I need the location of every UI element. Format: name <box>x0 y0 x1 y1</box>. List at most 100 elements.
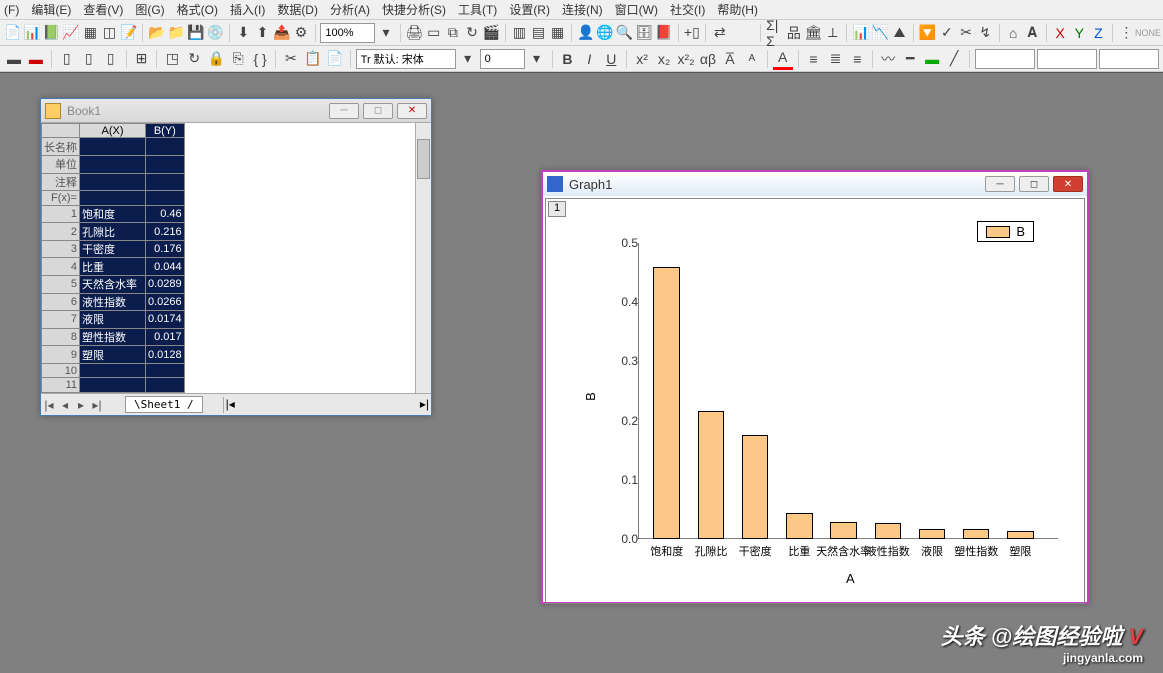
bar[interactable] <box>875 523 902 539</box>
graph-minimize-button[interactable]: ─ <box>985 176 1015 192</box>
font-color-icon[interactable]: A <box>773 48 793 70</box>
align-right-icon[interactable]: ≡ <box>847 48 867 70</box>
col-icon-1[interactable]: ▯ <box>57 48 77 70</box>
graph-maximize-button[interactable]: ◻ <box>1019 176 1049 192</box>
align-center-icon[interactable]: ≣ <box>825 48 845 70</box>
smallfont-icon[interactable]: A <box>742 48 762 70</box>
menu-item[interactable]: 数据(D) <box>277 1 318 18</box>
cut-icon[interactable]: ✂ <box>281 48 301 70</box>
book-window[interactable]: Book1 ─ ◻ ✕ A(X)B(Y)长名称单位注释F(x)=1饱和度0.46… <box>40 98 432 416</box>
cell-value[interactable]: 0.0289 <box>146 276 185 294</box>
cell-label[interactable] <box>80 363 146 377</box>
search-icon[interactable]: 🔍 <box>616 22 633 44</box>
vertical-scrollbar[interactable] <box>415 123 431 393</box>
save-icon[interactable]: 💾 <box>187 22 204 44</box>
user-icon[interactable]: 👤 <box>577 22 594 44</box>
globe-icon[interactable]: 🌐 <box>596 22 613 44</box>
cell-value[interactable]: 0.0128 <box>146 346 185 364</box>
menu-item[interactable]: 快捷分析(S) <box>382 1 446 18</box>
menu-item[interactable]: 工具(T) <box>458 1 497 18</box>
script-icon[interactable]: ⎘ <box>228 48 248 70</box>
stats-icon-2[interactable]: 品 <box>785 22 802 44</box>
row-header[interactable]: 2 <box>42 223 80 241</box>
cell-value[interactable]: 0.0174 <box>146 311 185 329</box>
lock-icon[interactable]: 🔒 <box>206 48 226 70</box>
chart-icon-3[interactable]: ⛰ <box>891 22 908 44</box>
cell-label[interactable]: 孔隙比 <box>80 223 146 241</box>
align-left-icon[interactable]: ≡ <box>804 48 824 70</box>
chart-icon-1[interactable]: 📊 <box>852 22 869 44</box>
sheet-nav-next[interactable]: ▸ <box>73 398 89 412</box>
bar[interactable] <box>742 435 769 539</box>
fit-icon-1[interactable]: ✓ <box>938 22 955 44</box>
sup-icon[interactable]: x² <box>632 48 652 70</box>
none-label[interactable]: NONE <box>1137 22 1159 44</box>
cell-label[interactable] <box>80 173 146 191</box>
menu-item[interactable]: (F) <box>4 3 19 17</box>
row-header[interactable]: 1 <box>42 205 80 223</box>
book-minimize-button[interactable]: ─ <box>329 103 359 119</box>
tools-icon-3[interactable]: ▦ <box>549 22 566 44</box>
cell-value[interactable] <box>146 363 185 377</box>
legend[interactable]: B <box>977 221 1034 242</box>
bar[interactable] <box>963 529 990 539</box>
label-icon[interactable]: ⌂ <box>1005 22 1022 44</box>
cell-value[interactable]: 0.176 <box>146 240 185 258</box>
font-combo[interactable]: Tr 默认: 宋体 <box>356 49 456 69</box>
horizontal-scrollbar[interactable]: |◂ ▸| <box>223 397 431 413</box>
row-header[interactable]: 单位 <box>42 156 80 174</box>
bar[interactable] <box>698 411 725 539</box>
recalc-icon[interactable]: ↻ <box>184 48 204 70</box>
book-maximize-button[interactable]: ◻ <box>363 103 393 119</box>
open-icon[interactable]: 📂 <box>148 22 165 44</box>
row-header[interactable]: 4 <box>42 258 80 276</box>
slide-icon[interactable]: ▭ <box>425 22 442 44</box>
new-excel-icon[interactable]: 📗 <box>43 22 60 44</box>
new-workbook-icon[interactable]: 📊 <box>23 22 40 44</box>
size-dropdown-icon[interactable]: ▾ <box>527 48 547 70</box>
style-combo-2[interactable] <box>1037 49 1097 69</box>
sheet-nav-prev[interactable]: ◂ <box>57 398 73 412</box>
menu-item[interactable]: 社交(I) <box>670 1 705 18</box>
video-icon[interactable]: 🎬 <box>483 22 500 44</box>
cell-value[interactable]: 0.216 <box>146 223 185 241</box>
fit-icon-3[interactable]: ↯ <box>977 22 994 44</box>
transfer-icon[interactable]: ⇄ <box>711 22 728 44</box>
menu-item[interactable]: 连接(N) <box>562 1 603 18</box>
italic-icon[interactable]: I <box>579 48 599 70</box>
refresh-icon[interactable]: ↻ <box>463 22 480 44</box>
z-axis-icon[interactable]: Z <box>1090 22 1107 44</box>
menu-item[interactable]: 设置(R) <box>509 1 550 18</box>
export-icon[interactable]: 📤 <box>273 22 290 44</box>
font-dropdown-icon[interactable]: ▾ <box>458 48 478 70</box>
batch-icon[interactable]: ⚙ <box>293 22 310 44</box>
cell-label[interactable]: 塑限 <box>80 346 146 364</box>
new-matrix-icon[interactable]: ▦ <box>82 22 99 44</box>
line-color-icon[interactable]: ╱ <box>944 48 964 70</box>
sheet-tab[interactable]: \Sheet1 / <box>125 396 203 413</box>
import-wizard-icon[interactable]: ⬆ <box>254 22 271 44</box>
menu-item[interactable]: 查看(V) <box>83 1 123 18</box>
cell-value[interactable] <box>146 138 185 156</box>
bar[interactable] <box>1007 531 1034 539</box>
save-template-icon[interactable]: 💿 <box>207 22 224 44</box>
row-header[interactable]: 8 <box>42 328 80 346</box>
zoom-combo[interactable]: 100% <box>320 23 375 43</box>
row-header[interactable]: 11 <box>42 378 80 393</box>
bar[interactable] <box>830 522 857 539</box>
style-combo-1[interactable] <box>975 49 1035 69</box>
row-header[interactable]: 5 <box>42 276 80 294</box>
plot-area[interactable] <box>638 243 1058 539</box>
menu-item[interactable]: 分析(A) <box>330 1 370 18</box>
x-axis-icon[interactable]: X <box>1052 22 1069 44</box>
graph-body[interactable]: 1 B B 0.00.10.20.30.40.5 饱和度孔隙比干密度比重天然含水… <box>545 198 1085 604</box>
row-header[interactable]: 3 <box>42 240 80 258</box>
menu-item[interactable]: 编辑(E) <box>31 1 71 18</box>
book-close-button[interactable]: ✕ <box>397 103 427 119</box>
row-header[interactable]: 注释 <box>42 173 80 191</box>
row-header[interactable]: F(x)= <box>42 191 80 205</box>
cell-label[interactable]: 天然含水率 <box>80 276 146 294</box>
layer-button[interactable]: 1 <box>548 201 566 217</box>
menu-item[interactable]: 帮助(H) <box>717 1 758 18</box>
corner-cell[interactable] <box>42 124 80 138</box>
